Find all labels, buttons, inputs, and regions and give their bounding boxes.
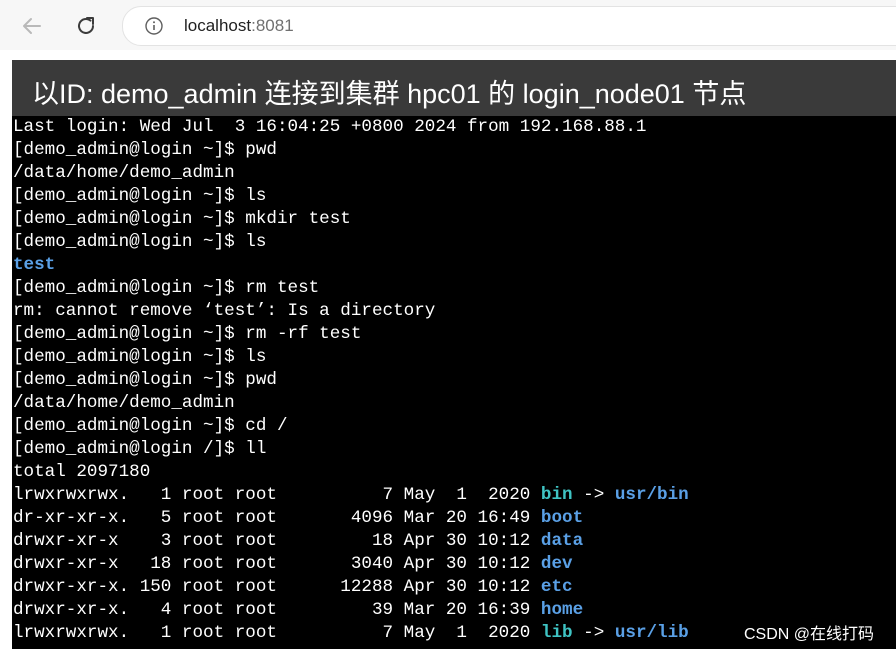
listing-row: drwxr-xr-x. 150 root root 12288 Apr 30 1… bbox=[13, 576, 573, 599]
url-port: :8081 bbox=[251, 16, 294, 35]
page-title: 以ID: demo_admin 连接到集群 hpc01 的 login_node… bbox=[32, 79, 747, 109]
terminal-line: [demo_admin@login ~]$ cd / bbox=[13, 416, 288, 436]
info-icon[interactable] bbox=[145, 17, 163, 35]
back-button[interactable] bbox=[18, 12, 46, 40]
listing-meta: drwxr-xr-x 3 root root 18 Apr 30 10:12 bbox=[13, 531, 541, 551]
terminal-line: Last login: Wed Jul 3 16:04:25 +0800 202… bbox=[13, 117, 647, 137]
listing-meta: drwxr-xr-x. 150 root root 12288 Apr 30 1… bbox=[13, 577, 541, 597]
listing-meta: dr-xr-xr-x. 5 root root 4096 Mar 20 16:4… bbox=[13, 508, 541, 528]
listing-name: boot bbox=[540, 508, 584, 528]
listing-meta: drwxr-xr-x. 4 root root 39 Mar 20 16:39 bbox=[13, 600, 541, 620]
listing-meta: lrwxrwxrwx. 1 root root 7 May 1 2020 bbox=[13, 485, 541, 505]
back-arrow-icon bbox=[23, 18, 41, 34]
listing-row: dr-xr-xr-x. 5 root root 4096 Mar 20 16:4… bbox=[13, 507, 583, 530]
listing-name: bin bbox=[540, 485, 573, 505]
listing-row: lrwxrwxrwx. 1 root root 7 May 1 2020 bin… bbox=[13, 484, 689, 507]
listing-row: drwxr-xr-x. 4 root root 39 Mar 20 16:39 … bbox=[13, 599, 583, 622]
listing-row: lrwxrwxrwx. 1 root root 7 May 1 2020 lib… bbox=[13, 622, 689, 645]
terminal-line: /data/home/demo_admin bbox=[13, 393, 235, 413]
listing-name: home bbox=[540, 600, 584, 620]
url-host: localhost bbox=[184, 16, 252, 35]
listing-name: data bbox=[540, 531, 584, 551]
terminal-line: [demo_admin@login ~]$ rm test bbox=[13, 278, 320, 298]
listing-name: lib bbox=[540, 623, 573, 643]
terminal-line: [demo_admin@login ~]$ pwd bbox=[13, 140, 277, 160]
listing-target: usr/bin bbox=[614, 485, 689, 505]
address-bar[interactable]: localhost:8081 bbox=[122, 6, 896, 46]
listing-arrow: -> bbox=[572, 485, 615, 505]
listing-arrow: -> bbox=[572, 623, 615, 643]
terminal-line: [demo_admin@login ~]$ ls bbox=[13, 186, 267, 206]
terminal[interactable]: Last login: Wed Jul 3 16:04:25 +0800 202… bbox=[12, 116, 896, 649]
terminal-line: [demo_admin@login ~]$ mkdir test bbox=[13, 209, 351, 229]
listing-meta: lrwxrwxrwx. 1 root root 7 May 1 2020 bbox=[13, 623, 541, 643]
listing-row: drwxr-xr-x 3 root root 18 Apr 30 10:12 d… bbox=[13, 530, 583, 553]
terminal-line: /data/home/demo_admin bbox=[13, 163, 235, 183]
terminal-line: [demo_admin@login ~]$ rm -rf test bbox=[13, 324, 362, 344]
terminal-line: rm: cannot remove ‘test’: Is a directory bbox=[13, 301, 436, 321]
listing-name: etc bbox=[540, 577, 573, 597]
terminal-line: total 2097180 bbox=[13, 462, 151, 482]
reload-icon bbox=[78, 17, 94, 34]
terminal-line: test bbox=[13, 255, 56, 275]
reload-button[interactable] bbox=[72, 12, 100, 40]
watermark: CSDN @在线打码 bbox=[744, 626, 875, 643]
terminal-line: [demo_admin@login ~]$ pwd bbox=[13, 370, 277, 390]
listing-row: drwxr-xr-x 18 root root 3040 Apr 30 10:1… bbox=[13, 553, 573, 576]
terminal-line: [demo_admin@login ~]$ ls bbox=[13, 232, 267, 252]
listing-target: usr/lib bbox=[614, 623, 689, 643]
listing-name: dev bbox=[540, 554, 573, 574]
session-header: 以ID: demo_admin 连接到集群 hpc01 的 login_node… bbox=[12, 60, 896, 116]
terminal-line: [demo_admin@login /]$ ll bbox=[13, 439, 267, 459]
terminal-line: [demo_admin@login ~]$ ls bbox=[13, 347, 267, 367]
listing-meta: drwxr-xr-x 18 root root 3040 Apr 30 10:1… bbox=[13, 554, 541, 574]
url-text[interactable]: localhost:8081 bbox=[184, 16, 294, 36]
browser-toolbar: localhost:8081 bbox=[0, 0, 896, 50]
